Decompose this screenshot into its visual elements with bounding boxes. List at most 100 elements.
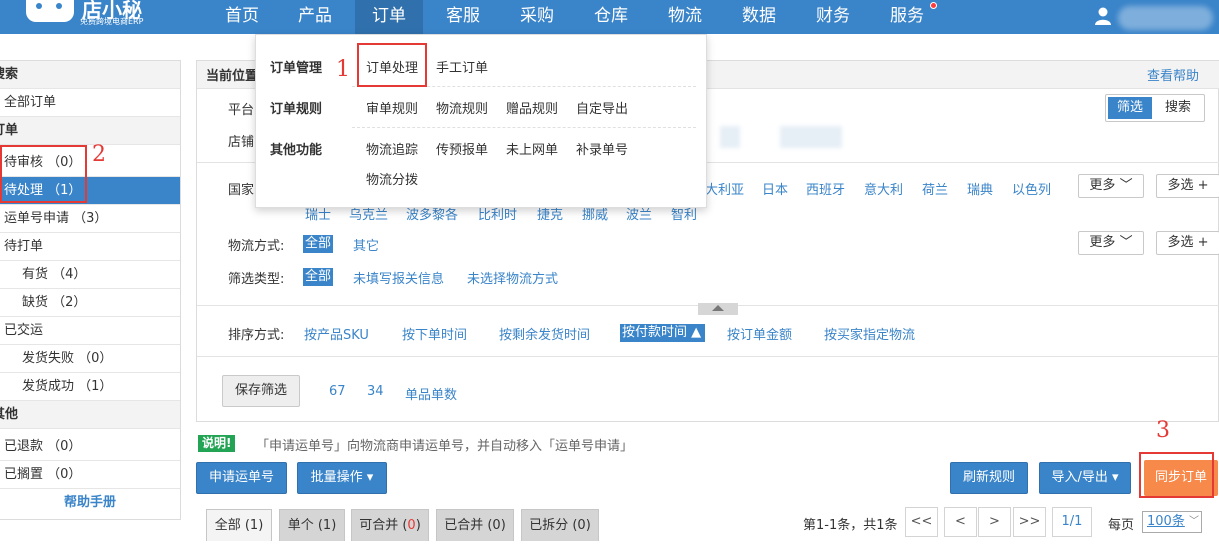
filter-no-logistics[interactable]: 未选择物流方式 — [467, 268, 558, 287]
nav-services[interactable]: 服务 — [881, 0, 933, 34]
country-italy[interactable]: 意大利 — [864, 179, 903, 198]
page-last-button[interactable]: >> — [1013, 507, 1046, 537]
top-nav-bar: 店小秘 免费跨境电商ERP 首页 产品 订单 客服 采购 仓库 物流 数据 财务… — [0, 0, 1219, 34]
help-link[interactable]: 查看帮助 — [1147, 65, 1199, 84]
sort-pay-time[interactable]: 按付款时间 ▲ — [620, 324, 706, 342]
sidebar-item-out-of-stock[interactable]: 缺货 （2） — [0, 289, 180, 317]
country-netherlands[interactable]: 荷兰 — [922, 179, 948, 198]
logistics-more-button[interactable]: 更多 ﹀ — [1078, 231, 1144, 255]
sidebar-item-shipped[interactable]: 已交运 — [0, 317, 180, 345]
annotation-number-1: 1 — [336, 57, 350, 82]
filter-search-toggle: 筛选 搜索 — [1105, 94, 1205, 122]
country-more-button[interactable]: 更多 ﹀ — [1078, 174, 1144, 198]
dd-review-rules[interactable]: 审单规则 — [366, 98, 418, 117]
chevron-down-icon: ﹀ — [1119, 235, 1133, 250]
annotation-number-3: 3 — [1156, 418, 1170, 443]
page-next-button[interactable]: > — [978, 507, 1011, 537]
country-multi-button[interactable]: 多选 + — [1156, 174, 1219, 198]
single-count-link[interactable]: 单品单数 — [405, 384, 457, 403]
page-prev-button[interactable]: < — [944, 507, 977, 537]
sidebar-item-all-orders[interactable]: 全部订单 — [0, 89, 180, 117]
robot-logo-icon[interactable] — [26, 0, 74, 22]
sidebar-item-ship-failed[interactable]: 发货失败 （0） — [0, 345, 180, 373]
logistics-other[interactable]: 其它 — [353, 235, 379, 254]
user-icon[interactable] — [1094, 6, 1112, 26]
per-page-select[interactable]: 100条 ﹀ — [1142, 511, 1202, 533]
annotation-box-3 — [1139, 452, 1214, 498]
search-button[interactable]: 搜索 — [1154, 97, 1202, 119]
logistics-label: 物流方式: — [228, 239, 285, 254]
chevron-down-icon: ﹀ — [1189, 516, 1199, 527]
tab-single[interactable]: 单个 (1) — [279, 509, 345, 541]
nav-home[interactable]: 首页 — [216, 0, 268, 34]
nav-purchasing[interactable]: 采购 — [511, 0, 563, 34]
sort-order-time[interactable]: 按下单时间 — [402, 324, 467, 343]
batch-operation-button[interactable]: 批量操作 ▾ — [297, 462, 387, 494]
filter-button[interactable]: 筛选 — [1108, 97, 1152, 119]
sort-sku[interactable]: 按产品SKU — [304, 324, 369, 343]
nav-data[interactable]: 数据 — [733, 0, 785, 34]
sidebar-item-in-stock[interactable]: 有货 （4） — [0, 261, 180, 289]
store-blurred[interactable] — [720, 126, 740, 148]
nav-finance[interactable]: 财务 — [807, 0, 859, 34]
sidebar-item-to-print[interactable]: 待打单 — [0, 233, 180, 261]
dd-logistics-split[interactable]: 物流分拨 — [366, 169, 418, 188]
filter-type-label: 筛选类型: — [228, 272, 285, 287]
tab-split[interactable]: 已拆分 (0) — [521, 509, 599, 541]
dd-order-rules-heading: 订单规则 — [270, 102, 323, 117]
collapse-toggle[interactable] — [698, 303, 738, 315]
nav-orders[interactable]: 订单 — [355, 0, 423, 34]
nav-products[interactable]: 产品 — [289, 0, 341, 34]
filter-no-customs[interactable]: 未填写报关信息 — [353, 268, 444, 287]
tab-merged[interactable]: 已合并 (0) — [436, 509, 514, 541]
nav-warehouse[interactable]: 仓库 — [585, 0, 637, 34]
country-label: 国家 — [228, 183, 255, 198]
divider — [197, 356, 1219, 357]
brand-subtitle: 免费跨境电商ERP — [80, 17, 144, 26]
sidebar-item-refunded[interactable]: 已退款 （0） — [0, 433, 180, 461]
sort-amount[interactable]: 按订单金额 — [727, 324, 792, 343]
annotation-box-2 — [0, 145, 87, 203]
dd-supplement-no[interactable]: 补录单号 — [576, 139, 628, 158]
page-first-button[interactable]: << — [905, 507, 938, 537]
dd-custom-export[interactable]: 自定导出 — [576, 98, 628, 117]
sidebar-item-ship-success[interactable]: 发货成功 （1） — [0, 373, 180, 401]
dd-separator — [352, 127, 696, 128]
country-japan[interactable]: 日本 — [762, 179, 788, 198]
logistics-all[interactable]: 全部 — [303, 235, 334, 253]
user-name-blurred[interactable] — [1118, 6, 1213, 30]
count-34[interactable]: 34 — [367, 384, 384, 399]
country-spain[interactable]: 西班牙 — [806, 179, 845, 198]
sort-buyer-logistics[interactable]: 按买家指定物流 — [824, 324, 915, 343]
sort-remaining-time[interactable]: 按剩余发货时间 — [499, 324, 590, 343]
count-67[interactable]: 67 — [329, 384, 346, 399]
country-australia[interactable]: 大利亚 — [705, 179, 744, 198]
dd-other-funcs-heading: 其他功能 — [270, 143, 323, 158]
dd-gift-rules[interactable]: 赠品规则 — [506, 98, 558, 117]
filter-type-all[interactable]: 全部 — [303, 268, 334, 286]
store-blurred-2[interactable] — [780, 126, 842, 148]
refresh-rules-button[interactable]: 刷新规则 — [950, 462, 1028, 494]
tab-all[interactable]: 全部 (1) — [206, 509, 272, 541]
sidebar-item-tracking-request[interactable]: 运单号申请 （3） — [0, 205, 180, 233]
import-export-button[interactable]: 导入/导出 ▾ — [1039, 462, 1131, 494]
dd-not-online[interactable]: 未上网单 — [506, 139, 558, 158]
apply-tracking-button[interactable]: 申请运单号 — [196, 462, 287, 494]
chevron-down-icon: ﹀ — [1119, 178, 1133, 193]
logistics-multi-button[interactable]: 多选 + — [1156, 231, 1219, 255]
save-filter-button[interactable]: 保存筛选 — [222, 375, 300, 407]
country-israel[interactable]: 以色列 — [1012, 179, 1051, 198]
dd-order-mgmt-heading: 订单管理 — [270, 61, 323, 76]
nav-customer-service[interactable]: 客服 — [437, 0, 489, 34]
dd-tracking[interactable]: 物流追踪 — [366, 139, 418, 158]
sidebar-help-link[interactable]: 帮助手册 — [0, 489, 180, 517]
nav-logistics[interactable]: 物流 — [659, 0, 711, 34]
dd-manual-order[interactable]: 手工订单 — [436, 57, 488, 76]
breadcrumb: 当前位置 — [206, 69, 259, 84]
tab-mergeable[interactable]: 可合并 (0) — [351, 509, 429, 541]
page-indicator: 1/1 — [1052, 507, 1092, 537]
dd-pre-declare[interactable]: 传预报单 — [436, 139, 488, 158]
dd-logistics-rules[interactable]: 物流规则 — [436, 98, 488, 117]
sidebar-item-on-hold[interactable]: 已搁置 （0） — [0, 461, 180, 489]
country-sweden[interactable]: 瑞典 — [967, 179, 993, 198]
